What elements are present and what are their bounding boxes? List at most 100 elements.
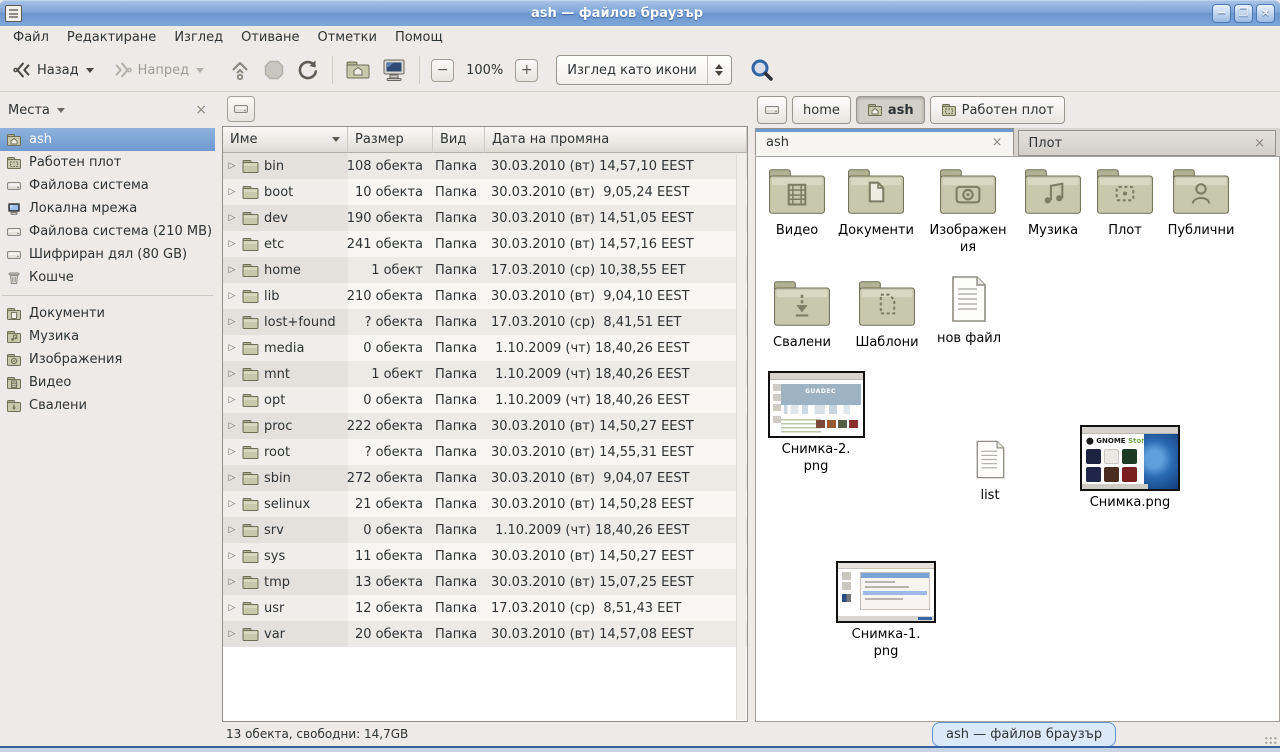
expander-icon[interactable]: ▷ xyxy=(227,291,237,301)
forward-button[interactable]: Напред xyxy=(107,55,209,85)
grid-item-Музика[interactable]: Музика xyxy=(1014,167,1092,240)
grid-item-нов файл[interactable]: нов файл xyxy=(930,275,1008,348)
tab-close-icon[interactable]: × xyxy=(992,135,1003,150)
expander-icon[interactable]: ▷ xyxy=(227,629,237,639)
grid-item-Шаблони[interactable]: Шаблони xyxy=(848,279,926,352)
grid-item-Документи[interactable]: Документи xyxy=(832,167,920,240)
tree-row-sys[interactable]: ▷ sys11 обектаПапка30.03.2010 (вт) 14,50… xyxy=(223,543,747,569)
expander-icon[interactable]: ▷ xyxy=(227,369,237,379)
taskbar-window-badge[interactable]: ash — файлов браузър xyxy=(932,722,1116,747)
tree-row-proc[interactable]: ▷ proc222 обектаПапка30.03.2010 (вт) 14,… xyxy=(223,413,747,439)
expander-icon[interactable]: ▷ xyxy=(227,187,237,197)
sidebar-item-Документи[interactable]: Документи xyxy=(0,302,215,325)
zoom-in-button[interactable]: + xyxy=(515,59,538,82)
sidebar-item-ash[interactable]: ash xyxy=(0,128,215,151)
tree-row-lib[interactable]: ▷ lib210 обектаПапка30.03.2010 (вт) 9,04… xyxy=(223,283,747,309)
minimize-button[interactable]: − xyxy=(1212,4,1231,23)
reload-button[interactable] xyxy=(291,54,325,86)
breadcrumb-Работен плот[interactable]: Работен плот xyxy=(930,96,1065,124)
tree-row-media[interactable]: ▷ media0 обектаПапка 1.10.2009 (чт) 18,4… xyxy=(223,335,747,361)
grid-item-Изображения[interactable]: Изображения xyxy=(924,167,1012,257)
menu-item-Помощ[interactable]: Помощ xyxy=(386,27,452,48)
column-header-Име[interactable]: Име xyxy=(223,127,348,153)
computer-button[interactable] xyxy=(376,53,412,87)
sidebar-item-Музика[interactable]: Музика xyxy=(0,325,215,348)
tree-row-bin[interactable]: ▷ bin108 обектаПапка30.03.2010 (вт) 14,5… xyxy=(223,153,747,179)
breadcrumb-home[interactable]: home xyxy=(792,96,851,124)
up-button[interactable] xyxy=(223,54,257,86)
breadcrumb-drive[interactable] xyxy=(757,96,787,124)
tree-row-lost+found[interactable]: ▷ lost+found? обектаПапка17.03.2010 (ср)… xyxy=(223,309,747,335)
expander-icon[interactable]: ▷ xyxy=(227,551,237,561)
sidebar-item-Локална мрежа[interactable]: Локална мрежа xyxy=(0,197,215,220)
tree-row-var[interactable]: ▷ var20 обектаПапка30.03.2010 (вт) 14,57… xyxy=(223,621,747,647)
expander-icon[interactable]: ▷ xyxy=(227,395,237,405)
expander-icon[interactable]: ▷ xyxy=(227,603,237,613)
maximize-button[interactable]: ❐ xyxy=(1234,4,1253,23)
expander-icon[interactable]: ▷ xyxy=(227,473,237,483)
expander-icon[interactable]: ▷ xyxy=(227,577,237,587)
grid-item-Снимка.png[interactable]: ⬤ GNOME Store Снимка.png xyxy=(1074,425,1186,512)
tree-row-dev[interactable]: ▷ dev190 обектаПапка30.03.2010 (вт) 14,5… xyxy=(223,205,747,231)
menu-item-Отметки[interactable]: Отметки xyxy=(308,27,385,48)
home-button[interactable] xyxy=(340,54,376,86)
grid-item-Снимка-1.png[interactable]: Снимка-1.png xyxy=(830,561,942,661)
expander-icon[interactable]: ▷ xyxy=(227,343,237,353)
tree-row-usr[interactable]: ▷ usr12 обектаПапка17.03.2010 (ср) 8,51,… xyxy=(223,595,747,621)
menu-item-Редактиране[interactable]: Редактиране xyxy=(58,27,165,48)
tree-row-mnt[interactable]: ▷ mnt1 обектПапка 1.10.2009 (чт) 18,40,2… xyxy=(223,361,747,387)
tree-row-boot[interactable]: ▷ boot10 обектаПапка30.03.2010 (вт) 9,05… xyxy=(223,179,747,205)
sidebar-item-Видео[interactable]: Видео xyxy=(0,371,215,394)
pane-splitter[interactable] xyxy=(748,92,755,722)
expander-icon[interactable]: ▷ xyxy=(227,239,237,249)
sidebar-close-button[interactable]: × xyxy=(195,102,207,118)
icon-view[interactable]: Видео Документи Изображения Музика Плот … xyxy=(755,156,1280,722)
menu-item-Изглед[interactable]: Изглед xyxy=(165,27,232,48)
sidebar-item-Файлова система[interactable]: Файлова система xyxy=(0,174,215,197)
expander-icon[interactable]: ▷ xyxy=(227,161,237,171)
sidebar-splitter[interactable] xyxy=(215,92,222,722)
column-header-Дата на промяна[interactable]: Дата на промяна xyxy=(485,127,747,153)
expander-icon[interactable]: ▷ xyxy=(227,213,237,223)
tree-scrollbar[interactable] xyxy=(736,154,746,720)
expander-icon[interactable]: ▷ xyxy=(227,317,237,327)
menu-item-Отиване[interactable]: Отиване xyxy=(232,27,308,48)
back-history-chevron-icon[interactable] xyxy=(86,68,94,73)
tree-row-selinux[interactable]: ▷ selinux21 обектаПапка30.03.2010 (вт) 1… xyxy=(223,491,747,517)
close-button[interactable]: × xyxy=(1256,4,1275,23)
sidebar-title[interactable]: Места xyxy=(8,103,50,118)
sidebar-item-Изображения[interactable]: Изображения xyxy=(0,348,215,371)
breadcrumb-ash[interactable]: ash xyxy=(856,96,925,124)
tab-Плот[interactable]: Плот× xyxy=(1018,130,1277,156)
tree-row-opt[interactable]: ▷ opt0 обектаПапка 1.10.2009 (чт) 18,40,… xyxy=(223,387,747,413)
grid-item-Свалени[interactable]: Свалени xyxy=(766,279,838,352)
tab-ash[interactable]: ash× xyxy=(755,128,1014,156)
column-header-Размер[interactable]: Размер xyxy=(348,127,433,153)
tree-row-root[interactable]: ▷ root? обектаПапка30.03.2010 (вт) 14,55… xyxy=(223,439,747,465)
search-button[interactable] xyxy=(744,53,780,87)
sidebar-title-chevron-icon[interactable] xyxy=(57,108,65,113)
tree-row-etc[interactable]: ▷ etc241 обектаПапка30.03.2010 (вт) 14,5… xyxy=(223,231,747,257)
expander-icon[interactable]: ▷ xyxy=(227,265,237,275)
grid-item-Публични[interactable]: Публични xyxy=(1158,167,1244,240)
tree-row-sbin[interactable]: ▷ sbin272 обектаПапка30.03.2010 (вт) 9,0… xyxy=(223,465,747,491)
expander-icon[interactable]: ▷ xyxy=(227,499,237,509)
sidebar-item-Файлова система (210 MB)[interactable]: Файлова система (210 MB) xyxy=(0,220,215,243)
menu-item-Файл[interactable]: Файл xyxy=(4,27,58,48)
root-breadcrumb-button[interactable] xyxy=(227,96,255,122)
zoom-out-button[interactable]: − xyxy=(431,59,454,82)
tree-row-srv[interactable]: ▷ srv0 обектаПапка 1.10.2009 (чт) 18,40,… xyxy=(223,517,747,543)
sidebar-item-Работен плот[interactable]: Работен плот xyxy=(0,151,215,174)
view-mode-select[interactable]: Изглед като икони xyxy=(556,55,732,85)
expander-icon[interactable]: ▷ xyxy=(227,447,237,457)
grid-item-Снимка-2.png[interactable]: GUADEC Снимка-2.png xyxy=(766,371,866,476)
tree-row-tmp[interactable]: ▷ tmp13 обектаПапка30.03.2010 (вт) 15,07… xyxy=(223,569,747,595)
grid-item-list[interactable]: list xyxy=(956,439,1024,505)
grid-item-Плот[interactable]: Плот xyxy=(1092,167,1158,240)
sidebar-item-Свалени[interactable]: Свалени xyxy=(0,394,215,417)
tree-row-home[interactable]: ▷ home1 обектПапка17.03.2010 (ср) 10,38,… xyxy=(223,257,747,283)
grid-item-Видео[interactable]: Видео xyxy=(762,167,832,240)
sidebar-item-Кошче[interactable]: Кошче xyxy=(0,266,215,289)
expander-icon[interactable]: ▷ xyxy=(227,421,237,431)
back-button[interactable]: Назад xyxy=(6,55,99,85)
